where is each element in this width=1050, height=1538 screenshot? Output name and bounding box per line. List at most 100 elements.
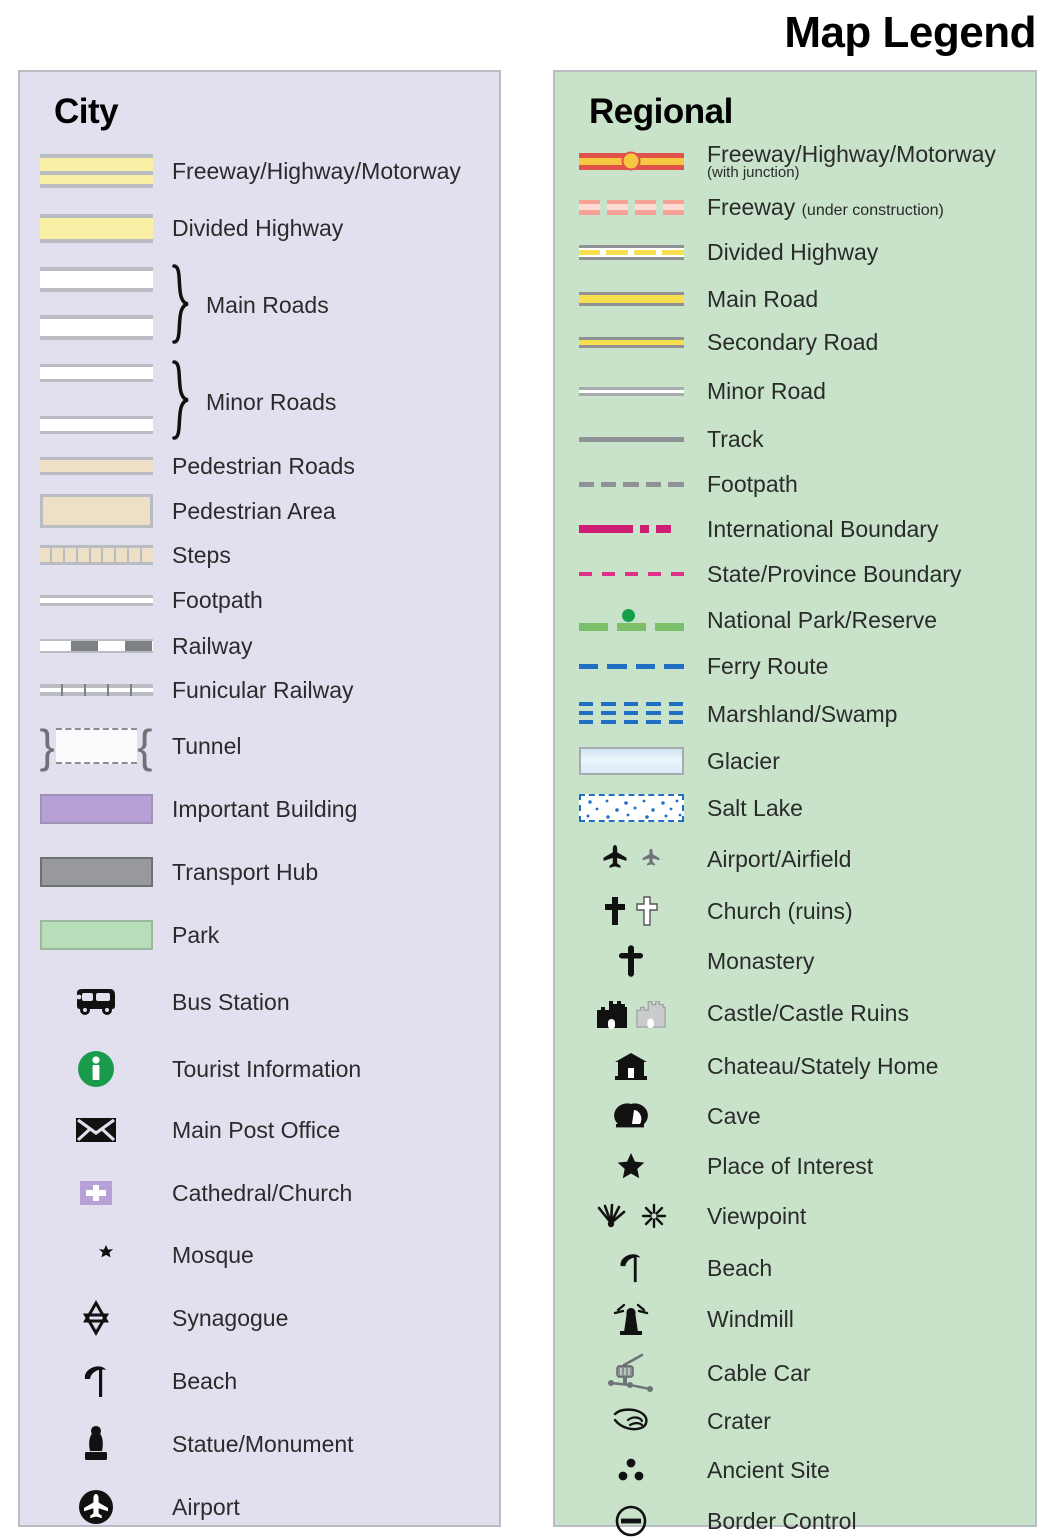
legend-label: Glacier: [707, 747, 780, 774]
city-main-road-symbol: [20, 315, 172, 340]
legend-label: Freeway/Highway/Motorway: [172, 157, 461, 184]
legend-row-salt-lake: Salt Lake: [555, 794, 1035, 822]
ferry-route-symbol: [555, 664, 707, 669]
legend-row-city-transport-hub: Transport Hub: [20, 857, 499, 887]
legend-label: Marshland/Swamp: [707, 700, 898, 727]
legend-row-city-pedestrian-road: Pedestrian Roads: [20, 454, 499, 478]
legend-row-place-of-interest: Place of Interest: [555, 1150, 1035, 1182]
legend-label: Cave: [707, 1102, 761, 1129]
legend-label: Divided Highway: [172, 215, 344, 242]
legend-row-crater: Crater: [555, 1404, 1035, 1438]
national-park-symbol: [555, 609, 707, 631]
legend-row-cave: Cave: [555, 1099, 1035, 1133]
legend-row-monastery: Monastery: [555, 944, 1035, 978]
legend-row-international-boundary: International Boundary: [555, 517, 1035, 541]
regional-legend-panel: Regional Freeway/Highway/Motorway (with …: [553, 70, 1037, 1537]
city-divided-highway-symbol: [20, 210, 172, 247]
legend-row-city-divided-highway: Divided Highway: [20, 210, 499, 247]
salt-lake-symbol: [555, 794, 707, 822]
legend-row-city-important-building: Important Building: [20, 794, 499, 824]
legend-row-regional-divided-highway: Divided Highway: [555, 240, 1035, 265]
city-footpath-symbol: [20, 595, 172, 606]
castle-icon: [555, 994, 707, 1032]
envelope-icon: [20, 1112, 172, 1148]
legend-label: Track: [707, 426, 764, 453]
crescent-star-icon: [20, 1237, 172, 1273]
regional-panel-heading: Regional: [589, 92, 733, 131]
legend-label: Divided Highway: [707, 239, 879, 266]
city-steps-symbol: [20, 545, 172, 565]
legend-label: Place of Interest: [707, 1152, 874, 1179]
legend-row-city-main-road-a: [20, 267, 499, 292]
legend-row-regional-secondary-road: Secondary Road: [555, 330, 1035, 355]
star-icon: [555, 1150, 707, 1182]
legend-row-city-tourist-info: Tourist Information: [20, 1047, 499, 1091]
legend-row-viewpoint: Viewpoint: [555, 1200, 1035, 1232]
main-roads-brace: [168, 264, 194, 344]
viewpoint-icon: [555, 1200, 707, 1232]
windmill-icon: [555, 1300, 707, 1338]
bus-icon: [20, 982, 172, 1022]
crater-icon: [555, 1404, 707, 1438]
legend-label: Viewpoint: [707, 1202, 807, 1229]
legend-row-city-cathedral: Cathedral/Church: [20, 1175, 499, 1211]
legend-label: Pedestrian Area: [172, 497, 336, 524]
city-legend-panel: City Freeway/Highway/Motorway Divided Hi…: [18, 70, 501, 1527]
city-pedestrian-road-symbol: [20, 457, 172, 475]
legend-row-chateau: Chateau/Stately Home: [555, 1049, 1035, 1083]
regional-track-symbol: [555, 437, 707, 442]
legend-row-regional-minor-road: Minor Road: [555, 379, 1035, 404]
legend-label: International Boundary: [707, 515, 939, 542]
state-boundary-symbol: [555, 572, 707, 576]
cave-icon: [555, 1099, 707, 1133]
star-of-david-icon: [20, 1300, 172, 1336]
regional-freeway-construction-symbol: [555, 200, 707, 215]
legend-label: Park: [172, 921, 220, 948]
legend-label: Monastery: [707, 947, 815, 974]
legend-row-city-pedestrian-area: Pedestrian Area: [20, 494, 499, 528]
tunnel-bracket-left: }: [39, 720, 55, 772]
legend-label: National Park/Reserve: [707, 606, 938, 633]
legend-label: Railway: [172, 632, 253, 659]
legend-label-main: Freeway/Highway/Motorway: [707, 140, 996, 167]
legend-label: Freeway/Highway/Motorway (with junction): [707, 140, 996, 181]
legend-row-city-funicular: Funicular Railway: [20, 678, 499, 702]
legend-row-city-mosque: Mosque: [20, 1237, 499, 1273]
legend-row-ferry-route: Ferry Route: [555, 654, 1035, 679]
legend-row-church: Church (ruins): [555, 894, 1035, 928]
legend-label: Airport: [172, 1493, 240, 1520]
legend-row-city-statue: Statue/Monument: [20, 1424, 499, 1464]
legend-row-regional-airport: Airport/Airfield: [555, 842, 1035, 876]
regional-freeway-junction-symbol: [555, 144, 707, 178]
legend-label: Statue/Monument: [172, 1430, 354, 1457]
legend-label: Beach: [172, 1367, 238, 1394]
legend-row-cable-car: Cable Car: [555, 1352, 1035, 1394]
parasol-icon: [555, 1250, 707, 1286]
legend-label: Main Roads: [206, 292, 329, 318]
marshland-symbol: [555, 700, 707, 728]
orthodox-cross-icon: [555, 944, 707, 978]
legend-label: Airport/Airfield: [707, 845, 852, 872]
legend-row-city-footpath: Footpath: [20, 588, 499, 613]
legend-row-city-bus-station: Bus Station: [20, 982, 499, 1022]
legend-row-city-minor-road-b: [20, 416, 499, 434]
legend-label: Church (ruins): [707, 897, 853, 924]
legend-row-state-boundary: State/Province Boundary: [555, 562, 1035, 586]
legend-label: Border Control: [707, 1507, 857, 1534]
legend-row-ancient-site: Ancient Site: [555, 1454, 1035, 1486]
cable-car-icon: [555, 1352, 707, 1394]
legend-label: Freeway (under construction): [707, 195, 944, 220]
legend-label: Secondary Road: [707, 329, 879, 356]
legend-label: Chateau/Stately Home: [707, 1052, 939, 1079]
city-main-road-symbol: [20, 267, 172, 292]
minor-roads-brace: [168, 360, 194, 440]
regional-minor-road-symbol: [555, 387, 707, 396]
chateau-icon: [555, 1049, 707, 1083]
legend-label: State/Province Boundary: [707, 560, 962, 587]
city-freeway-symbol: [20, 150, 172, 192]
legend-label: Important Building: [172, 795, 358, 822]
legend-row-regional-track: Track: [555, 427, 1035, 452]
legend-label: Synagogue: [172, 1304, 289, 1331]
city-panel-heading: City: [54, 92, 119, 131]
tunnel-bracket-right: {: [137, 720, 153, 772]
